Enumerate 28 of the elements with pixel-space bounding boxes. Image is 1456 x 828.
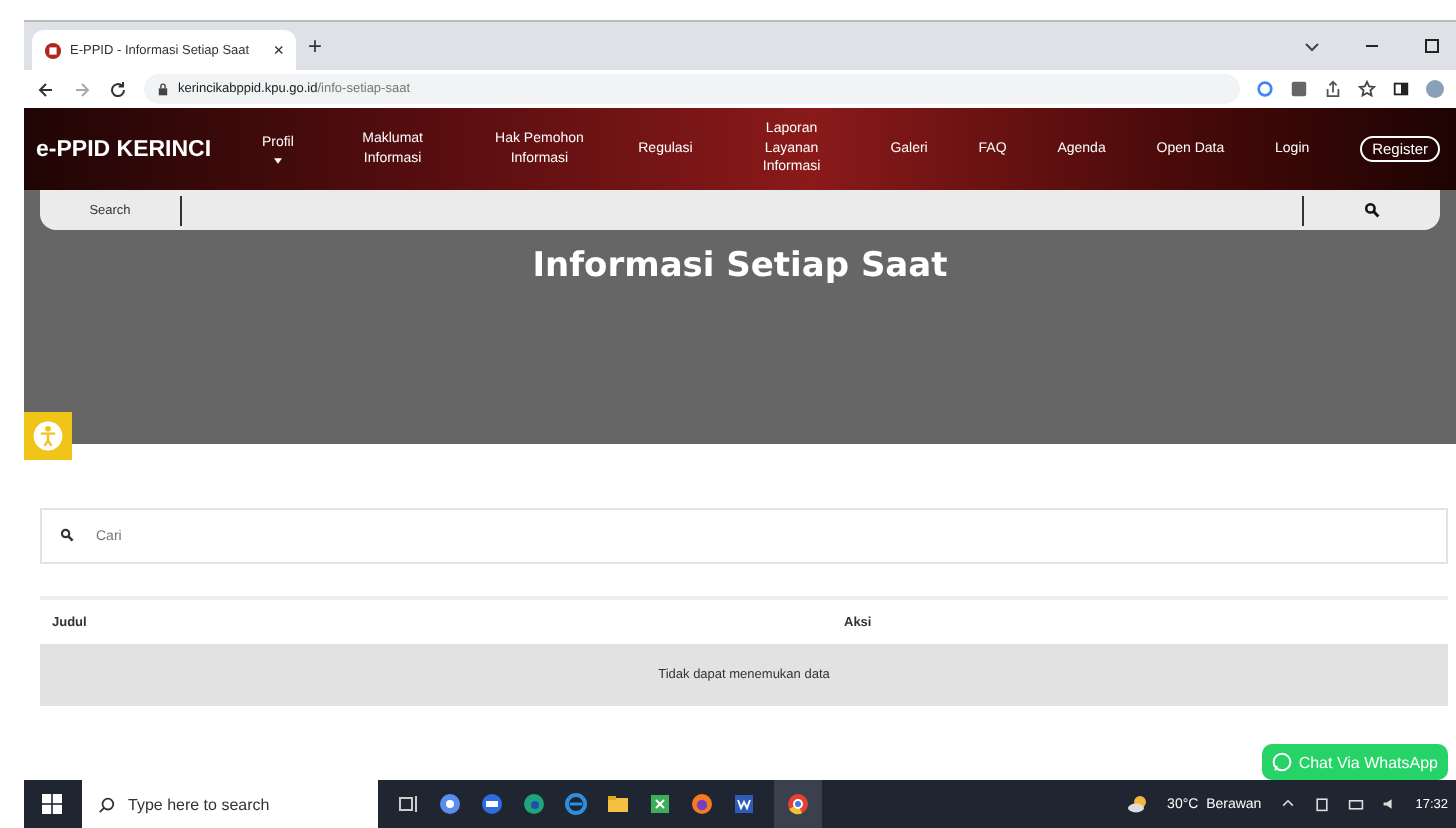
profile-avatar-icon[interactable] bbox=[1426, 80, 1444, 98]
chat-bubble-icon bbox=[1272, 752, 1293, 772]
sidebar-icon[interactable] bbox=[1392, 80, 1410, 98]
search-icon[interactable] bbox=[1364, 202, 1380, 218]
site-logo-text[interactable]: e-PPID KERINCI bbox=[36, 137, 212, 161]
browser-icon[interactable] bbox=[564, 792, 588, 816]
favicon-icon bbox=[44, 41, 62, 59]
maximize-icon[interactable] bbox=[1422, 36, 1442, 56]
star-icon[interactable] bbox=[1358, 80, 1376, 98]
lock-icon bbox=[156, 82, 170, 96]
taskbar-search-field[interactable]: Type here to search bbox=[82, 780, 378, 828]
word-icon[interactable] bbox=[732, 792, 756, 816]
share-icon[interactable] bbox=[1324, 80, 1342, 98]
reload-icon[interactable] bbox=[108, 79, 128, 99]
browser-icon[interactable] bbox=[522, 792, 546, 816]
search-icon bbox=[98, 795, 116, 813]
windows-start-icon[interactable] bbox=[40, 792, 64, 816]
task-view-icon[interactable] bbox=[396, 792, 420, 816]
folder-icon[interactable] bbox=[606, 792, 630, 816]
search-icon bbox=[60, 528, 74, 542]
speaker-icon[interactable] bbox=[1381, 796, 1398, 812]
chevron-up-icon[interactable] bbox=[1279, 796, 1296, 812]
new-tab-button[interactable]: + bbox=[308, 32, 323, 60]
back-icon[interactable] bbox=[36, 79, 56, 99]
spreadsheet-icon[interactable] bbox=[648, 792, 672, 816]
weather-icon[interactable] bbox=[1125, 792, 1150, 816]
close-tab-button[interactable]: × bbox=[273, 40, 284, 60]
page-title: Informasi Setiap Saat bbox=[532, 246, 948, 286]
